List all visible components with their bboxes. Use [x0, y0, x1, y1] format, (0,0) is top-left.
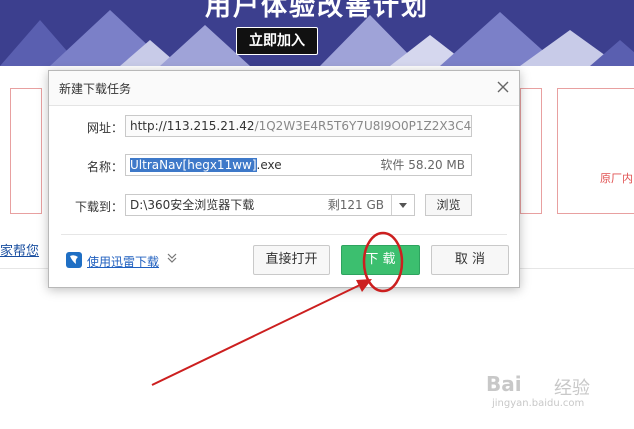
- watermark-brand: 经验: [554, 378, 590, 399]
- watermark-logo: Bai: [486, 372, 522, 396]
- annotation-arrow-line: [151, 283, 363, 386]
- annotation-overlay: [151, 231, 404, 386]
- highlight-circle: [362, 231, 404, 293]
- baidu-watermark: Bai 经验 jingyan.baidu.com: [486, 372, 626, 412]
- watermark-url: jingyan.baidu.com: [492, 398, 585, 409]
